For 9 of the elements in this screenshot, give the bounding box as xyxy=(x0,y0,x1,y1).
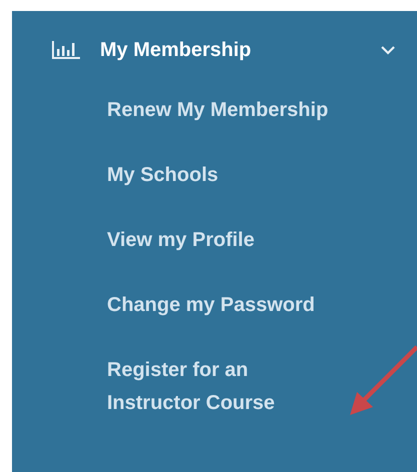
menu-title: My Membership xyxy=(100,38,252,63)
menu-link[interactable]: Renew My Membership xyxy=(107,94,332,127)
menu-header[interactable]: My Membership xyxy=(12,11,417,89)
menu-link[interactable]: Register for an Instructor Course xyxy=(107,354,332,420)
chevron-icon xyxy=(381,46,395,54)
bar-chart-icon xyxy=(52,41,80,59)
menu-link[interactable]: My Schools xyxy=(107,159,332,192)
menu-link[interactable]: Change my Password xyxy=(107,289,332,322)
menu-link[interactable]: View my Profile xyxy=(107,224,332,257)
